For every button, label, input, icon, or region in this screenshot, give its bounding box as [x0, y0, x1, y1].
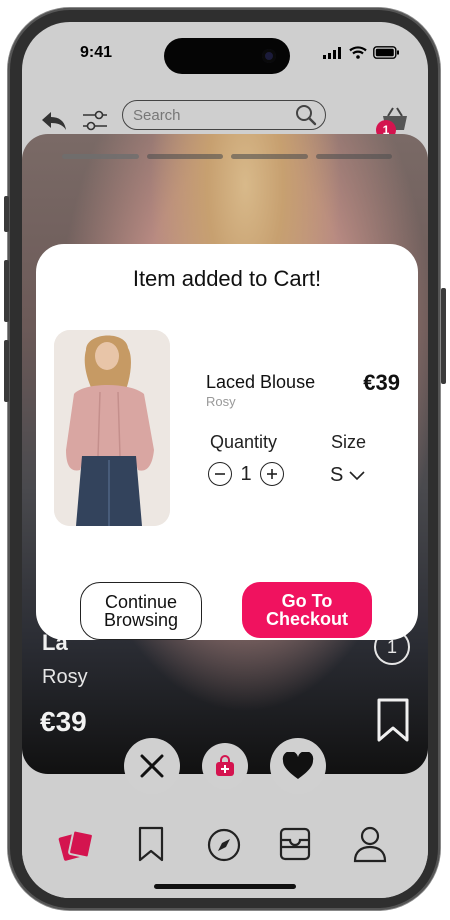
- size-label: Size: [331, 432, 367, 452]
- product-color: Rosy: [206, 394, 236, 409]
- product-image: [54, 330, 170, 526]
- plus-icon: [267, 469, 277, 479]
- added-to-cart-modal: Item added to Cart! Laced Blouse Rosy €3…: [36, 244, 418, 640]
- continue-browsing-button[interactable]: Continue Browsing: [80, 582, 202, 640]
- modal-overlay: Item added to Cart! Laced Blouse Rosy €3…: [22, 22, 428, 898]
- side-button: [4, 196, 9, 232]
- minus-icon: [215, 473, 225, 475]
- size-select[interactable]: S: [330, 464, 365, 487]
- decrease-quantity-button[interactable]: [208, 462, 232, 486]
- quantity-label: Quantity: [210, 432, 278, 452]
- chevron-down-icon: [349, 470, 365, 480]
- quantity-stepper: 1: [208, 462, 284, 486]
- go-to-checkout-button[interactable]: Go To Checkout: [242, 582, 372, 638]
- quantity-value: 1: [240, 462, 252, 485]
- volume-down-button: [4, 340, 9, 402]
- size-value: S: [330, 464, 344, 486]
- modal-title: Item added to Cart!: [132, 266, 322, 291]
- increase-quantity-button[interactable]: [260, 462, 284, 486]
- continue-label-line1: Continue: [104, 592, 178, 612]
- product-name: Laced Blouse: [206, 372, 316, 392]
- volume-up-button: [4, 260, 9, 322]
- power-button: [441, 288, 446, 384]
- continue-browsing-label: Continue Browsing: [104, 593, 178, 629]
- continue-label-line2: Browsing: [103, 610, 179, 630]
- checkout-label-line1: Go To: [281, 591, 333, 611]
- checkout-label: Go To Checkout: [266, 592, 348, 628]
- product-price: €39: [363, 370, 400, 395]
- checkout-label-line2: Checkout: [265, 609, 348, 629]
- product-photo-illustration: [54, 330, 170, 526]
- screen: 9:41 Search 1 La Rosy €39 1 Item added t…: [22, 22, 428, 898]
